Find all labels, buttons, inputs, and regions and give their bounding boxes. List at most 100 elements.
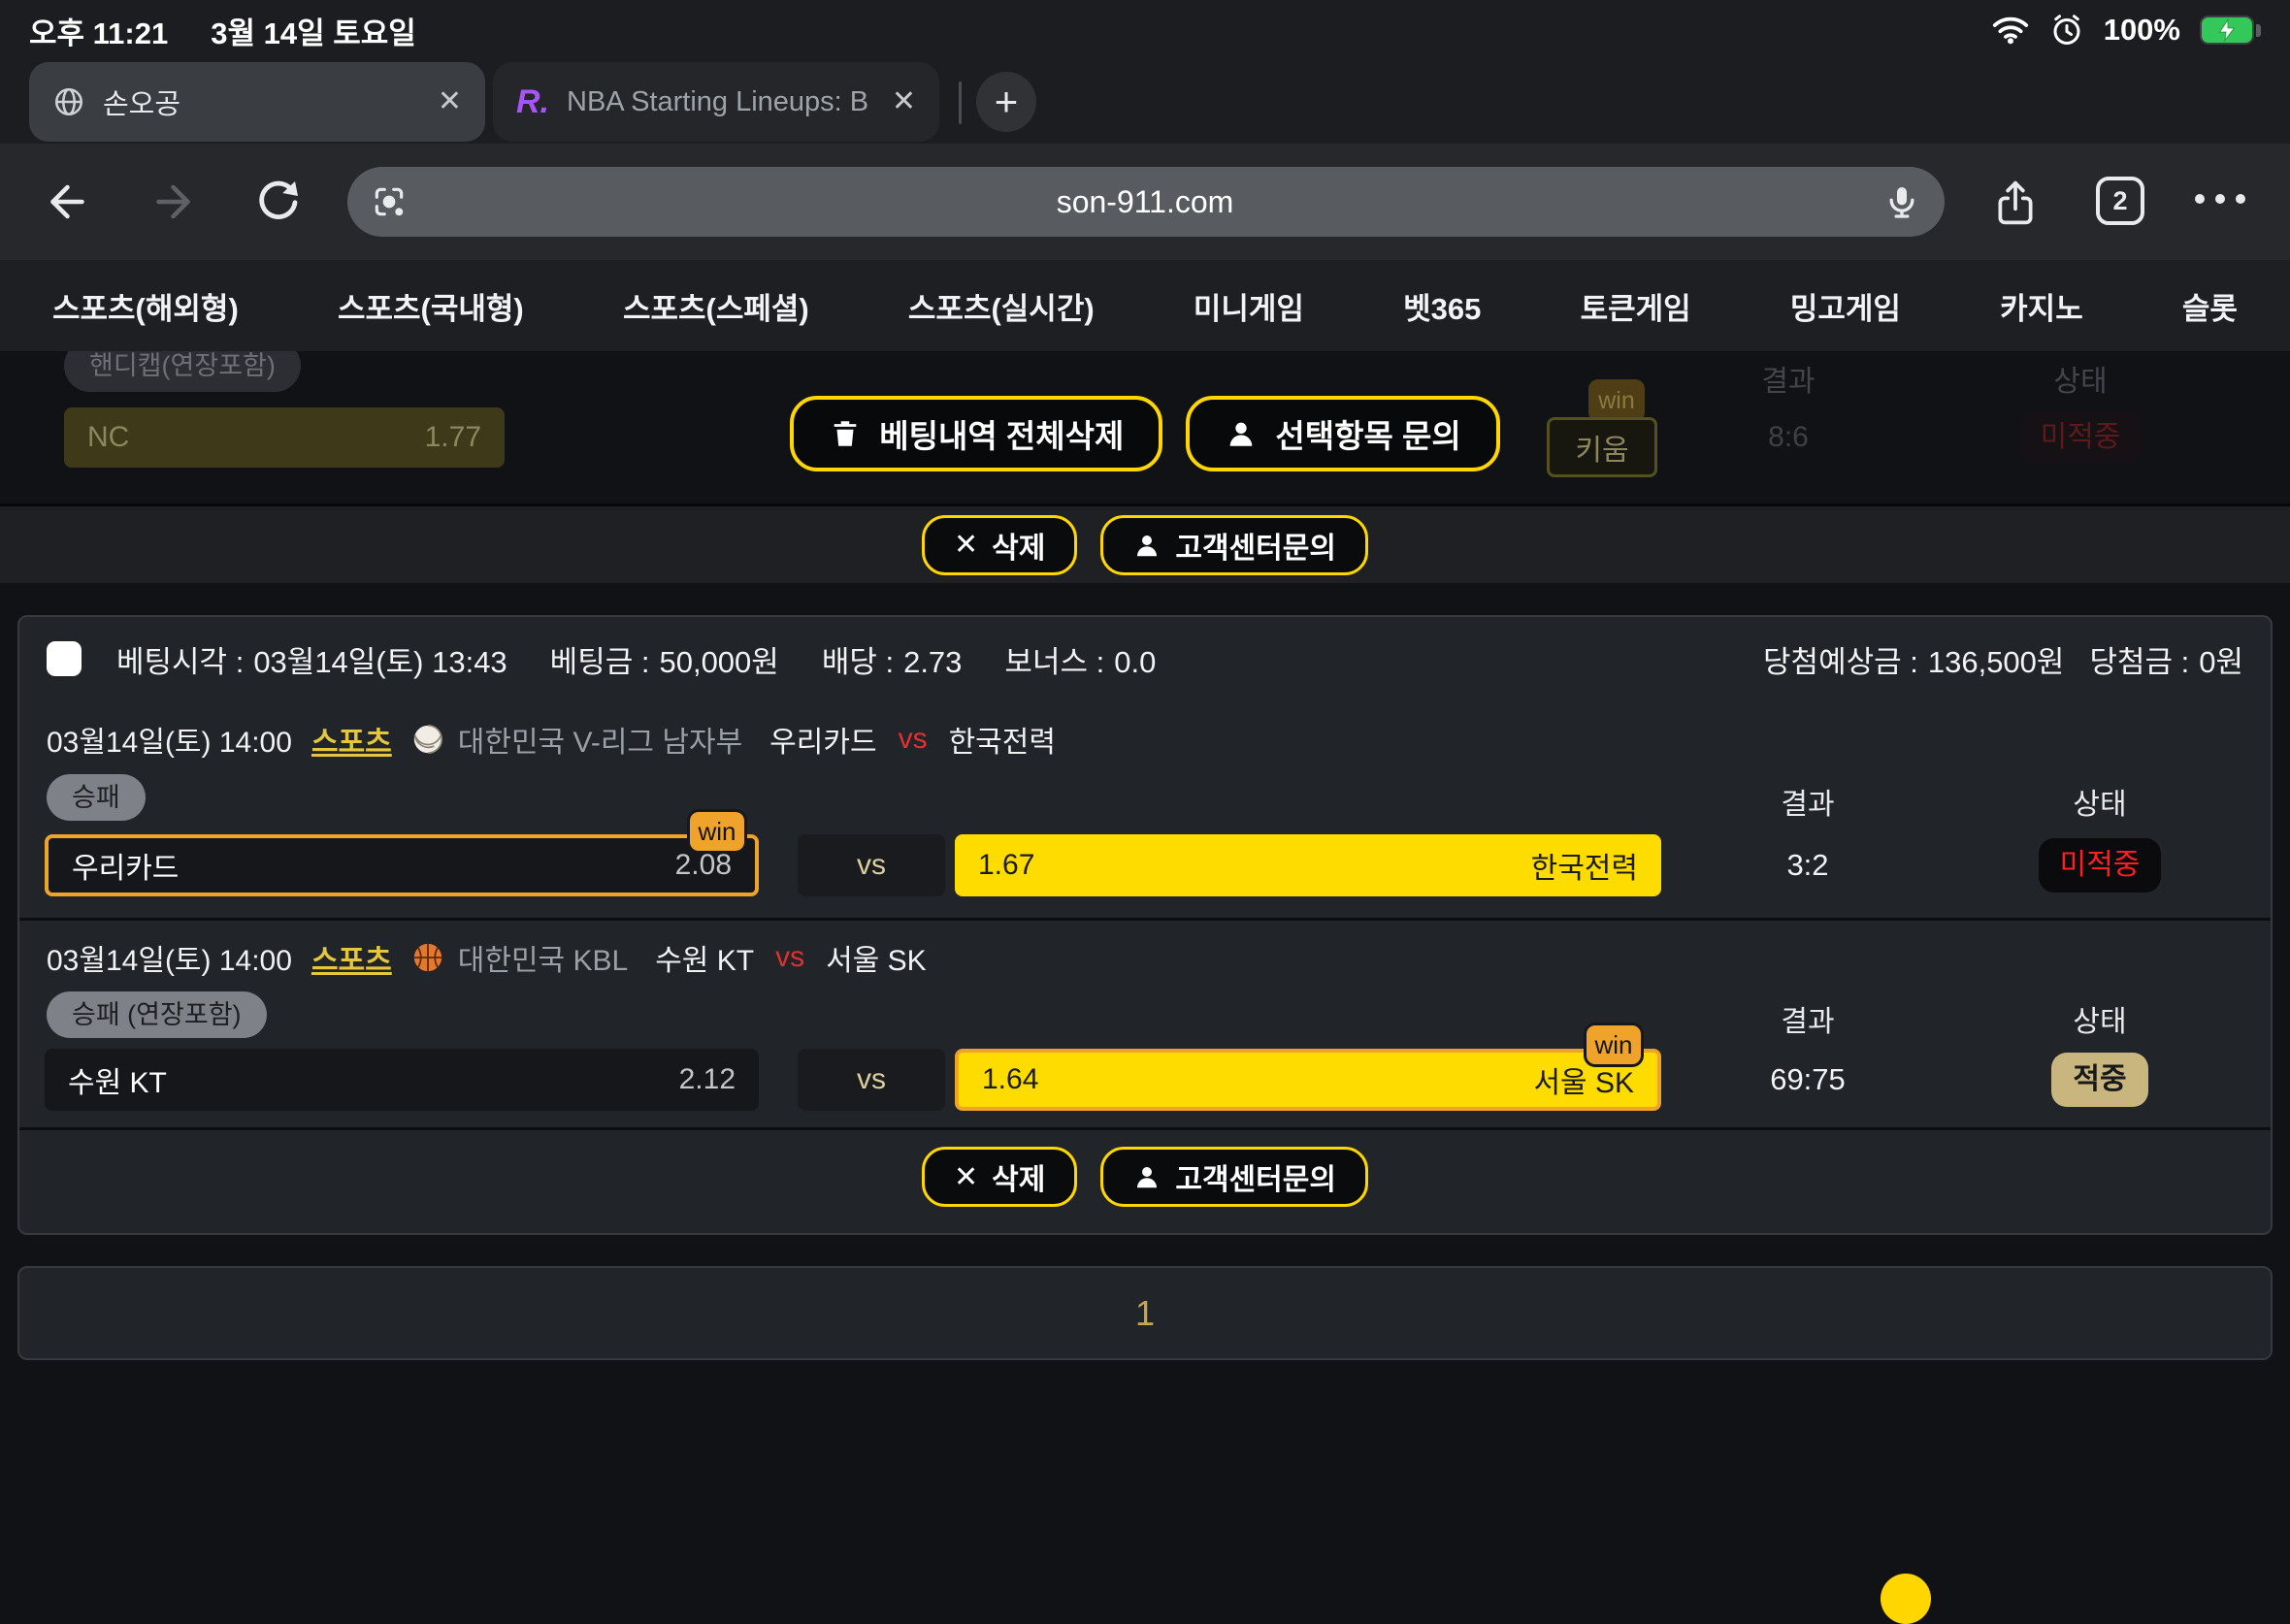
dim-status-header: 상태	[1993, 357, 2168, 400]
delete-label: 삭제	[992, 1155, 1045, 1198]
delete-button[interactable]: ✕ 삭제	[922, 515, 1077, 575]
support-button[interactable]: 고객센터문의	[1100, 515, 1368, 575]
support-label: 고객센터문의	[1175, 524, 1336, 567]
result-header: 결과	[1720, 780, 1895, 823]
home-team: 우리카드	[72, 844, 179, 887]
trash-icon	[829, 417, 862, 450]
result-header: 결과	[1720, 997, 1895, 1040]
bet-card-header: 베팅시각 :03월14일(토) 13:43 베팅금 :50,000원 배당 : 2…	[19, 617, 2271, 700]
share-icon[interactable]	[1991, 179, 2040, 227]
stake-value: 50,000원	[659, 637, 778, 681]
odds-value: 2.73	[903, 645, 962, 680]
site-favicon-icon: R.	[516, 83, 549, 121]
match-league: 대한민국 KBL	[458, 936, 628, 979]
stake-label: 베팅금 :	[550, 637, 650, 681]
bet-checkbox[interactable]	[47, 641, 82, 676]
away-selection-box: 1.67 한국전력	[955, 834, 1661, 896]
tab-switcher-button[interactable]: 2	[2096, 177, 2144, 225]
back-button[interactable]	[43, 179, 89, 225]
nav-item-1[interactable]: 스포츠(국내형)	[338, 284, 524, 328]
page-number[interactable]: 1	[1135, 1293, 1155, 1334]
inquire-selected-button[interactable]: 선택항목 문의	[1186, 396, 1499, 471]
match-datetime: 03월14일(토) 14:00	[47, 718, 292, 761]
tab-sonogong[interactable]: 손오공 ✕	[29, 62, 485, 142]
match-category-link[interactable]: 스포츠	[311, 718, 392, 761]
nav-item-4[interactable]: 미니게임	[1194, 284, 1304, 328]
dim-result-header: 결과	[1701, 357, 1876, 400]
match-away-name: 서울 SK	[826, 936, 927, 979]
match-vs: vs	[775, 941, 804, 974]
home-odds: 2.08	[675, 849, 732, 882]
nav-item-9[interactable]: 슬롯	[2182, 284, 2238, 328]
vs-box: vs	[798, 1049, 945, 1111]
status-header: 상태	[1983, 997, 2216, 1040]
battery-percent: 100%	[2104, 13, 2180, 48]
nav-item-5[interactable]: 벳365	[1403, 284, 1481, 328]
mic-icon[interactable]	[1882, 182, 1921, 221]
url-text[interactable]: son-911.com	[408, 184, 1882, 220]
market-badge: 승패 (연장포함)	[47, 991, 267, 1038]
bet-time-label: 베팅시각 :	[116, 637, 244, 681]
nav-item-0[interactable]: 스포츠(해외형)	[52, 284, 239, 328]
odds-label: 배당 :	[822, 637, 894, 681]
bet-card-footer: ✕ 삭제 고객센터문의	[19, 1147, 2271, 1207]
previous-card-footer: ✕ 삭제 고객센터문의	[0, 503, 2290, 583]
reload-button[interactable]	[254, 179, 301, 225]
status-time: 오후 11:21	[29, 9, 168, 52]
away-odds: 1.64	[982, 1063, 1038, 1096]
basketball-icon	[411, 941, 444, 974]
volleyball-icon	[411, 723, 444, 756]
home-selection-box: 우리카드 2.08	[45, 834, 759, 896]
away-selection-box: 1.64 서울 SK	[955, 1049, 1661, 1111]
bet-time-value: 03월14일(토) 13:43	[253, 637, 507, 681]
url-bar[interactable]: son-911.com	[347, 167, 1945, 237]
delete-button[interactable]: ✕ 삭제	[922, 1147, 1077, 1207]
footer-divider	[19, 1127, 2271, 1130]
tab-title: 손오공	[103, 81, 420, 122]
tab-nba-lineups[interactable]: R. NBA Starting Lineups: B ✕	[493, 62, 939, 142]
nav-item-7[interactable]: 밍고게임	[1790, 284, 1901, 328]
agent-icon	[1132, 1162, 1161, 1191]
bonus-label: 보너스 :	[1004, 637, 1104, 681]
tab-strip: 손오공 ✕ R. NBA Starting Lineups: B ✕ +	[0, 60, 2290, 144]
status-bar: 오후 11:21 3월 14일 토요일 100%	[0, 0, 2290, 60]
tab-close-icon[interactable]: ✕	[438, 87, 462, 116]
won-label: 당첨금 :	[2089, 637, 2189, 681]
status-badge: 미적중	[2039, 838, 2162, 893]
agent-icon	[1225, 417, 1258, 450]
inquire-selected-label: 선택항목 문의	[1275, 410, 1460, 457]
close-icon: ✕	[954, 528, 978, 562]
new-tab-button[interactable]: +	[976, 72, 1036, 132]
result-value: 3:2	[1720, 848, 1895, 883]
tab-close-icon[interactable]: ✕	[892, 87, 916, 116]
nav-item-8[interactable]: 카지노	[2000, 284, 2083, 328]
delete-all-bets-button[interactable]: 베팅내역 전체삭제	[790, 396, 1162, 471]
lens-icon[interactable]	[371, 183, 408, 220]
delete-all-label: 베팅내역 전체삭제	[879, 410, 1124, 457]
won-value: 0원	[2199, 637, 2243, 681]
floating-yellow-button[interactable]	[1881, 1574, 1931, 1624]
globe-icon	[52, 85, 85, 118]
alarm-icon	[2049, 13, 2084, 48]
match-datetime: 03월14일(토) 14:00	[47, 936, 292, 979]
nav-item-3[interactable]: 스포츠(실시간)	[908, 284, 1095, 328]
expected-value: 136,500원	[1928, 637, 2065, 681]
wifi-icon	[1991, 16, 2030, 45]
forward-button[interactable]	[151, 179, 198, 225]
agent-icon	[1132, 531, 1161, 560]
support-button[interactable]: 고객센터문의	[1100, 1147, 1368, 1207]
main-nav: 스포츠(해외형) 스포츠(국내형) 스포츠(스페셜) 스포츠(실시간) 미니게임 벳365…	[0, 260, 2290, 351]
nav-item-6[interactable]: 토큰게임	[1581, 284, 1691, 328]
status-date: 3월 14일 토요일	[211, 9, 416, 52]
tab-separator	[959, 81, 962, 124]
nav-item-2[interactable]: 스포츠(스페셜)	[623, 284, 809, 328]
overlay-actions: 베팅내역 전체삭제 선택항목 문의	[0, 396, 2290, 471]
browser-toolbar: son-911.com 2	[0, 144, 2290, 260]
overflow-menu-icon[interactable]	[2195, 194, 2245, 204]
match-category-link[interactable]: 스포츠	[311, 936, 392, 979]
match-vs: vs	[899, 723, 928, 756]
vs-box: vs	[798, 834, 945, 896]
bonus-value: 0.0	[1114, 645, 1156, 680]
away-odds: 1.67	[978, 849, 1034, 882]
away-team: 한국전력	[1531, 844, 1638, 887]
